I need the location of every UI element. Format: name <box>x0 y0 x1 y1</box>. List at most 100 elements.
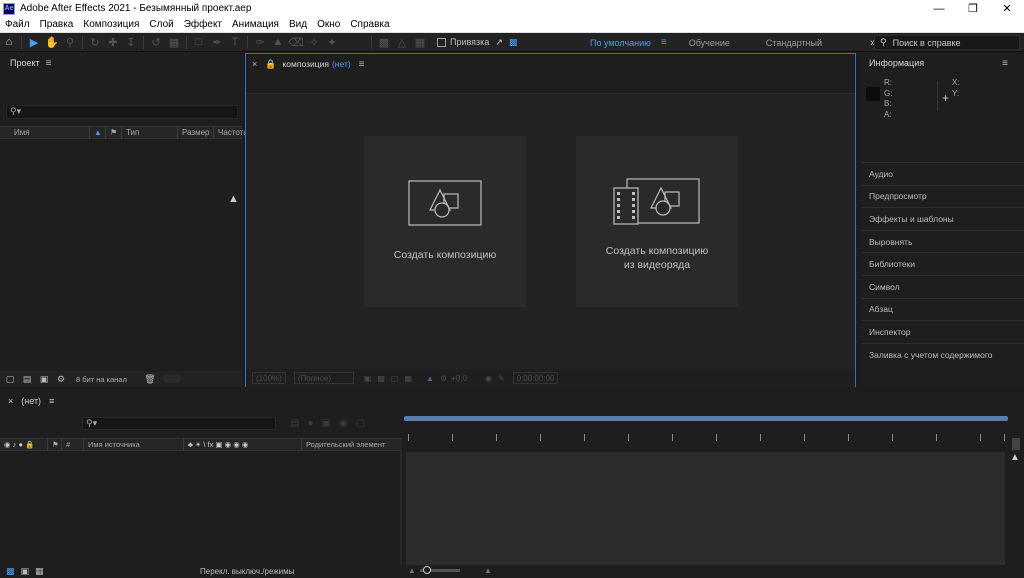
menu-edit[interactable]: Правка <box>35 19 79 30</box>
color-picker-icon[interactable]: ▲ <box>426 374 434 383</box>
close-tab-icon[interactable]: × <box>252 59 257 69</box>
menu-composition[interactable]: Композиция <box>78 19 144 30</box>
workspace-menu-icon[interactable]: ≡ <box>661 37 667 48</box>
time-ruler[interactable] <box>406 434 1006 448</box>
menu-layer[interactable]: Слой <box>144 19 178 30</box>
motion-blur-icon[interactable]: ◉ <box>339 418 348 429</box>
graph-editor-icon[interactable]: ▢ <box>356 418 365 429</box>
panel-content-aware-fill[interactable]: Заливка с учетом содержимого <box>862 342 1024 366</box>
transparency-grid-icon[interactable]: ▩ <box>377 374 385 383</box>
restore-icon[interactable]: ❐ <box>956 0 990 17</box>
menu-window[interactable]: Окно <box>312 19 345 30</box>
close-tab-icon[interactable]: × <box>8 396 13 406</box>
workspace-learn[interactable]: Обучение <box>689 38 730 48</box>
project-settings-icon[interactable]: ⚙ <box>54 373 68 385</box>
new-composition-icon[interactable]: ▣ <box>37 373 51 385</box>
expand-layer-icon[interactable]: ▣ <box>21 566 30 577</box>
panel-inspector[interactable]: Инспектор <box>862 320 1024 343</box>
workspace-default[interactable]: По умолчанию <box>590 38 651 48</box>
snap-grid-icon[interactable]: ▩ <box>509 37 518 48</box>
panel-paragraph[interactable]: Абзац <box>862 297 1024 321</box>
tag-icon[interactable]: ⚑ <box>106 126 122 139</box>
panel-effects-presets[interactable]: Эффекты и шаблоны <box>862 207 1024 230</box>
exposure-icon[interactable]: ⚙ <box>440 374 447 383</box>
sort-up-icon[interactable]: ▲ <box>90 126 106 139</box>
world-axis-icon[interactable]: △ <box>393 34 411 50</box>
mask-visibility-icon[interactable]: ▢ <box>391 374 399 383</box>
resolution-select[interactable]: (Полное) <box>293 372 354 384</box>
menu-view[interactable]: Вид <box>284 19 312 30</box>
zoom-tool-icon[interactable]: ⚲ <box>61 34 79 50</box>
anchor-tool-icon[interactable]: ▦ <box>165 34 183 50</box>
home-icon[interactable]: ⌂ <box>0 34 18 50</box>
column-parent[interactable]: Родительский элемент <box>302 438 402 451</box>
label-column-icon[interactable] <box>0 126 10 139</box>
new-composition-card[interactable]: Создать композицию <box>364 136 526 307</box>
panel-audio[interactable]: Аудио <box>862 162 1024 185</box>
project-panel-title[interactable]: Проект <box>10 58 40 68</box>
switches-modes-toggle[interactable]: Перекл. выключ./режимы <box>200 567 294 576</box>
composition-tab[interactable]: × 🔒 композиция (нет) ≡ <box>246 54 855 74</box>
help-search-input[interactable]: ⚲ Поиск в справке <box>874 35 1020 50</box>
column-frame-rate[interactable]: Частота <box>214 126 248 139</box>
zoom-select[interactable]: (100%) <box>252 372 286 384</box>
snapping-checkbox[interactable] <box>437 37 446 47</box>
orbit-camera-icon[interactable]: ↻ <box>86 34 104 50</box>
flowchart-icon[interactable]: ▲ <box>228 193 239 205</box>
column-layer-number[interactable]: # <box>62 438 84 451</box>
panel-menu-icon[interactable]: ≡ <box>49 396 54 406</box>
panel-preview[interactable]: Предпросмотр <box>862 184 1024 208</box>
flowchart-toggle-icon[interactable]: ▦ <box>35 566 44 577</box>
rectangle-tool-icon[interactable]: □ <box>190 34 208 50</box>
dolly-camera-icon[interactable]: ↧ <box>122 34 140 50</box>
panel-libraries[interactable]: Библиотеки <box>862 252 1024 275</box>
show-snapshot-icon[interactable]: ✎ <box>498 374 505 383</box>
panel-menu-icon[interactable]: ≡ <box>46 58 52 69</box>
new-folder-icon[interactable]: ▤ <box>20 373 34 385</box>
clone-stamp-icon[interactable]: ▲ <box>269 34 287 50</box>
interpret-footage-icon[interactable]: ▢ <box>3 373 17 385</box>
close-icon[interactable]: ✕ <box>990 0 1024 17</box>
snapshot-icon[interactable]: ◉ <box>485 374 492 383</box>
av-features-icons[interactable]: ◉ ♪ ● 🔒 <box>0 438 48 451</box>
timeline-graph-area[interactable] <box>406 452 1005 565</box>
exposure-value[interactable]: +0,0 <box>451 374 467 383</box>
rotate-tool-icon[interactable]: ↺ <box>147 34 165 50</box>
panel-character[interactable]: Символ <box>862 274 1024 298</box>
label-column-icon[interactable]: ⚑ <box>48 438 62 451</box>
timecode-display[interactable]: 0:00:00:00 <box>512 372 559 384</box>
pan-camera-icon[interactable]: ✚ <box>104 34 122 50</box>
panel-align[interactable]: Выровнять <box>862 229 1024 253</box>
region-of-interest-icon[interactable]: ▣ <box>364 374 372 383</box>
menu-effect[interactable]: Эффект <box>179 19 227 30</box>
panel-menu-icon[interactable]: ≡ <box>1002 58 1008 69</box>
layer-switches-icons[interactable]: ♣ ✴ \ fx ▣ ◉ ◉ ◉ <box>184 438 302 451</box>
trash-icon[interactable]: 🗑 <box>143 373 157 385</box>
eraser-tool-icon[interactable]: ⌫ <box>287 34 305 50</box>
column-source-name[interactable]: Имя источника <box>84 438 184 451</box>
timeline-search-input[interactable]: ⚲▾ <box>82 417 276 430</box>
pen-tool-icon[interactable]: ✒ <box>208 34 226 50</box>
new-composition-from-footage-card[interactable]: Создать композицию из видеоряда <box>576 136 738 307</box>
text-tool-icon[interactable]: T <box>226 34 244 50</box>
puppet-tool-icon[interactable]: ✦ <box>323 34 341 50</box>
project-search-input[interactable]: ⚲▾ <box>6 105 238 119</box>
local-axis-icon[interactable]: ▩ <box>375 34 393 50</box>
column-name[interactable]: Имя <box>10 126 90 139</box>
render-time-icon[interactable]: ▩ <box>6 566 15 577</box>
comp-marker-icon[interactable]: ▲ <box>1010 452 1020 463</box>
shy-icon[interactable]: ● <box>307 418 313 429</box>
playhead-scroll-icon[interactable] <box>1012 438 1020 450</box>
roto-brush-icon[interactable]: ✧ <box>305 34 323 50</box>
view-axis-icon[interactable]: ▦ <box>411 34 429 50</box>
frame-blending-icon[interactable]: ▣ <box>322 418 331 429</box>
workspace-standard[interactable]: Стандартный <box>766 38 822 48</box>
menu-help[interactable]: Справка <box>345 19 394 30</box>
minimize-icon[interactable]: — <box>922 0 956 17</box>
snap-arrow-icon[interactable]: ↗ <box>495 37 503 48</box>
zoom-slider-handle[interactable] <box>423 566 431 574</box>
bit-depth-label[interactable]: 8 бит на канал <box>76 375 127 384</box>
column-size[interactable]: Размер <box>178 126 214 139</box>
column-type[interactable]: Тип <box>122 126 178 139</box>
info-panel-title[interactable]: Информация <box>869 58 924 68</box>
